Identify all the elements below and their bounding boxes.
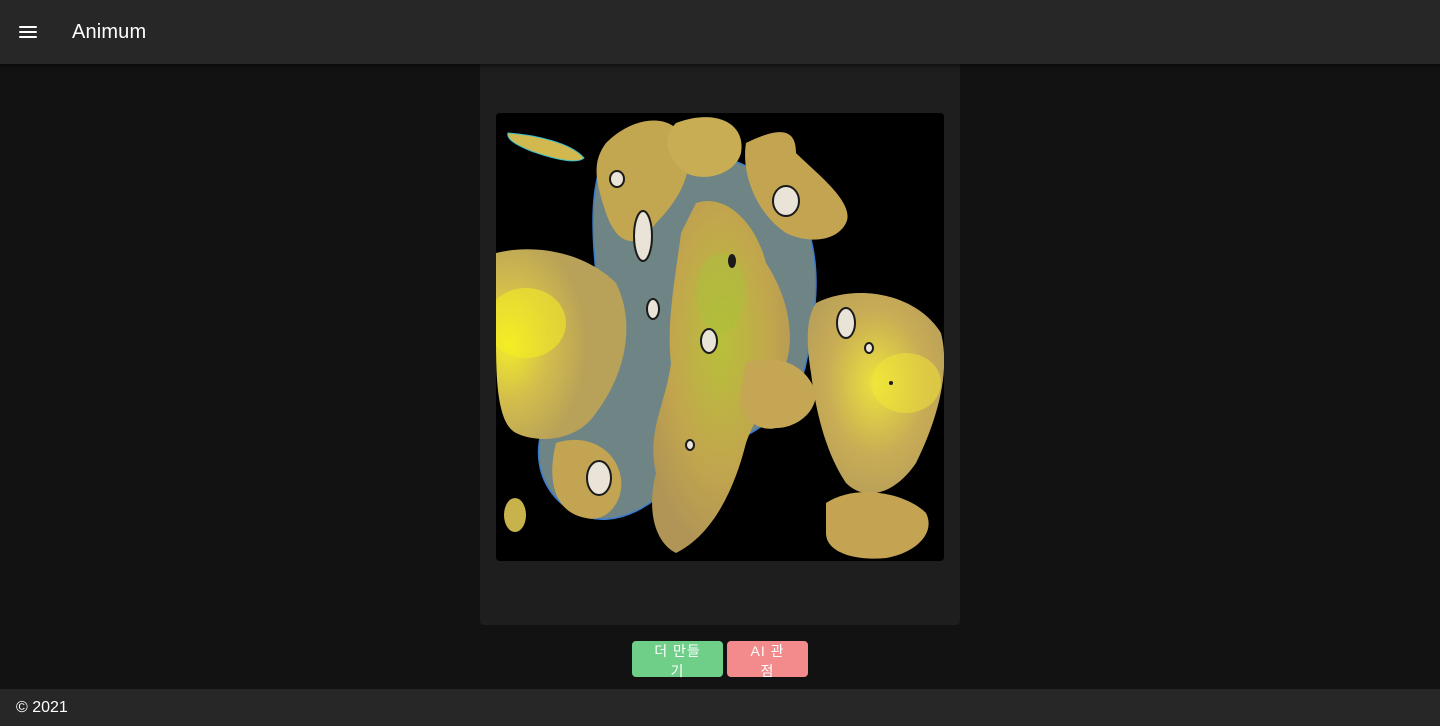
blob-small-bottom xyxy=(504,498,526,532)
app-bar: Animum xyxy=(0,0,1440,64)
ai-perspective-button[interactable]: AI 관점 xyxy=(727,641,808,679)
footer: © 2021 xyxy=(0,689,1440,726)
app-root: Animum 더 만들기 AI 관점 © 2021 xyxy=(0,0,1440,726)
menu-button[interactable] xyxy=(0,0,56,64)
main-content: 더 만들기 AI 관점 xyxy=(0,64,1440,689)
generated-artwork-image xyxy=(496,113,944,561)
action-bar: 더 만들기 AI 관점 xyxy=(0,641,1440,679)
make-more-button[interactable]: 더 만들기 xyxy=(632,641,723,679)
artwork-card xyxy=(480,64,960,625)
menu-icon xyxy=(19,26,37,38)
app-title: Animum xyxy=(72,20,147,43)
copyright-text: © 2021 xyxy=(16,698,68,716)
artwork-svg xyxy=(496,113,944,561)
